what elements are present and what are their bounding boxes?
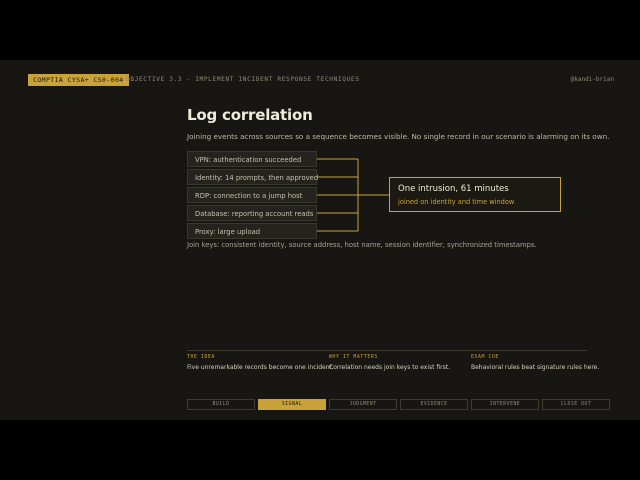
section-nav: BUILD SIGNAL JUDGMENT EVIDENCE INTERVENE… [187, 399, 610, 411]
nav-intervene-button[interactable]: INTERVENE [471, 399, 539, 410]
info-exam-cue: EXAM CUE Behavioral rules beat signature… [471, 355, 601, 371]
info-text: Correlation needs join keys to exist fir… [329, 364, 451, 371]
info-heading: EXAM CUE [471, 355, 499, 360]
slide-stage: COMPTIA CYSA+ CS0-004 OBJECTIVE 3.3 - IM… [0, 60, 640, 420]
correlation-result-box: One intrusion, 61 minutes joined on iden… [389, 177, 561, 212]
join-keys-text: Join keys: consistent identity, source a… [187, 241, 537, 249]
nav-evidence-button[interactable]: EVIDENCE [400, 399, 468, 410]
nav-build-button[interactable]: BUILD [187, 399, 255, 410]
info-text: Behavioral rules beat signature rules he… [471, 364, 600, 371]
nav-close-out-button[interactable]: CLOSE OUT [542, 399, 610, 410]
nav-signal-button[interactable]: SIGNAL [258, 399, 326, 410]
result-title: One intrusion, 61 minutes [398, 184, 509, 194]
info-text: Five unremarkable records become one inc… [187, 364, 334, 371]
info-heading: WHY IT MATTERS [329, 355, 378, 360]
section-divider [187, 350, 587, 351]
info-why-it-matters: WHY IT MATTERS Correlation needs join ke… [329, 355, 459, 371]
info-the-idea: THE IDEA Five unremarkable records becom… [187, 355, 334, 371]
info-heading: THE IDEA [187, 355, 215, 360]
nav-judgment-button[interactable]: JUDGMENT [329, 399, 397, 410]
result-subtitle: joined on identity and time window [398, 198, 515, 206]
